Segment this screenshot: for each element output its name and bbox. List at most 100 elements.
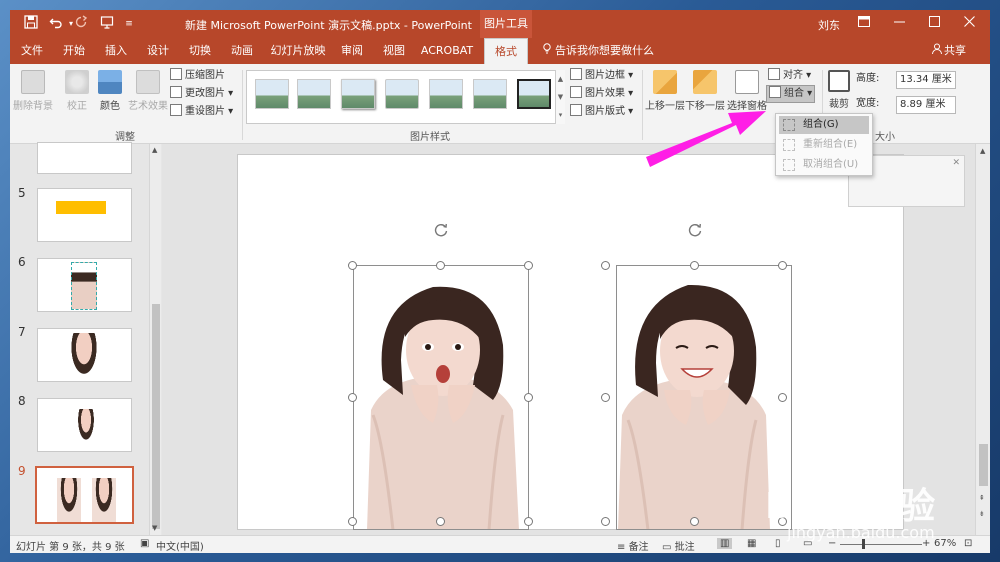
tab-design[interactable]: 设计 [140,38,176,64]
menu-item-group[interactable]: 组合(G) [779,116,869,134]
resize-handle[interactable] [348,261,357,270]
resize-handle[interactable] [348,393,357,402]
baidu-watermark: Bai 经验 jingyan.baidu.com [765,445,1000,562]
slide-thumbnail-4[interactable] [37,142,132,174]
tab-review[interactable]: 审阅 [334,38,370,64]
slide-thumbnail-7[interactable] [37,328,132,382]
tab-home[interactable]: 开始 [56,38,92,64]
slide-count: 幻灯片 第 9 张，共 9 张 [16,542,125,553]
picture-style-5[interactable] [429,79,463,109]
picture-effects-icon [570,86,582,98]
window-title: 新建 Microsoft PowerPoint 演示文稿.pptx - Powe… [185,19,472,32]
resize-handle[interactable] [778,393,787,402]
regroup-icon [783,139,795,151]
resize-handle[interactable] [524,261,533,270]
normal-view-icon[interactable]: ▥ [717,538,733,549]
resize-handle[interactable] [601,393,610,402]
group-objects-icon [783,119,795,131]
slide-thumbnail-5[interactable] [37,188,132,242]
close-icon[interactable] [958,14,980,34]
artistic-effects-button[interactable]: 艺术效果 [126,70,170,112]
scroll-up-icon[interactable]: ▲ [980,147,985,155]
resize-handle[interactable] [601,261,610,270]
reset-picture-button[interactable]: 重设图片 ▾ [170,104,233,120]
resize-handle[interactable] [436,517,445,526]
tab-insert[interactable]: 插入 [98,38,134,64]
menu-item-ungroup[interactable]: 取消组合(U) [779,156,869,174]
redo-icon[interactable] [72,15,90,33]
tab-animations[interactable]: 动画 [224,38,260,64]
bring-forward-icon [653,70,677,94]
picture-style-1[interactable] [255,79,289,109]
spellcheck-icon[interactable]: ▣ [140,538,149,549]
width-label: 宽度: [856,98,880,109]
resize-handle[interactable] [601,517,610,526]
picture-layout-button[interactable]: 图片版式 ▾ [570,104,633,120]
remove-background-button[interactable]: 删除背景 [12,70,54,112]
tab-acrobat[interactable]: ACROBAT [418,38,476,64]
picture-style-7[interactable] [517,79,551,109]
user-name[interactable]: 刘东 [818,17,840,33]
change-picture-button[interactable]: 更改图片 ▾ [170,86,233,102]
resize-handle[interactable] [524,393,533,402]
picture-style-6[interactable] [473,79,507,109]
group-label-size: 大小 [875,132,895,143]
resize-handle[interactable] [778,261,787,270]
menu-item-regroup[interactable]: 重新组合(E) [779,136,869,154]
minimize-icon[interactable] [888,14,910,34]
tab-slideshow[interactable]: 幻灯片放映 [267,38,329,64]
lightbulb-icon [542,38,552,64]
resize-handle[interactable] [690,517,699,526]
resize-handle[interactable] [436,261,445,270]
group-label-adjust: 调整 [115,132,135,143]
selection-pane-icon [735,70,759,94]
height-input[interactable]: 13.34 厘米 [896,71,956,89]
picture-style-2[interactable] [297,79,331,109]
picture-color-icon [98,70,122,94]
rotate-handle-icon[interactable] [433,222,449,238]
customize-quick-access-icon[interactable]: ≡ [120,15,138,33]
slide-thumbnail-8[interactable] [37,398,132,452]
width-input[interactable]: 8.89 厘米 [896,96,956,114]
corrections-button[interactable]: 校正 [60,70,94,112]
picture-style-3[interactable] [341,79,375,109]
gallery-scroll[interactable]: ▲ ▼ ▾ [555,70,565,124]
color-button[interactable]: 颜色 [96,70,124,112]
ribbon-display-options-icon[interactable] [853,14,875,34]
slide-thumbnail-6[interactable] [37,258,132,312]
thumbnail-shape [56,201,106,214]
comments-button[interactable]: ▭ 批注 [662,538,695,553]
scrollbar-thumb[interactable] [152,304,160,529]
tab-transitions[interactable]: 切换 [182,38,218,64]
picture-border-button[interactable]: 图片边框 ▾ [570,68,633,84]
maximize-icon[interactable] [923,14,945,34]
save-icon[interactable] [22,15,40,33]
language-indicator[interactable]: 中文(中国) [156,538,204,553]
resize-handle[interactable] [524,517,533,526]
scroll-up-icon[interactable]: ▲ [152,146,157,154]
tab-format[interactable]: 格式 [484,38,528,64]
tell-me-search[interactable]: 告诉我你想要做什么 [542,38,654,64]
slide-number-5: 5 [18,186,26,200]
resize-handle[interactable] [690,261,699,270]
resize-handle[interactable] [348,517,357,526]
align-button[interactable]: 对齐 ▾ [768,68,811,84]
slide-sorter-icon[interactable]: ▦ [747,538,756,549]
compress-pictures-button[interactable]: 压缩图片 [170,68,225,84]
crop-button[interactable]: 裁剪 [824,70,854,110]
thumbnail-picture [71,262,97,310]
start-slideshow-icon[interactable] [98,15,116,33]
notes-button[interactable]: ≡ 备注 [617,538,649,553]
picture-selection-box [353,265,529,530]
rotate-handle-icon[interactable] [687,222,703,238]
picture-tools-context-label: 图片工具 [480,10,532,38]
tab-file[interactable]: 文件 [14,38,50,64]
close-icon[interactable]: ✕ [952,158,960,168]
tab-view[interactable]: 视图 [376,38,412,64]
picture-effects-button[interactable]: 图片效果 ▾ [570,86,633,102]
scroll-down-icon[interactable]: ▼ [152,524,157,532]
share-button[interactable]: 共享 [932,38,966,64]
picture-style-4[interactable] [385,79,419,109]
thumbnails-scrollbar[interactable]: ▲ ▼ [149,144,161,535]
slide-thumbnail-9[interactable] [35,466,134,524]
